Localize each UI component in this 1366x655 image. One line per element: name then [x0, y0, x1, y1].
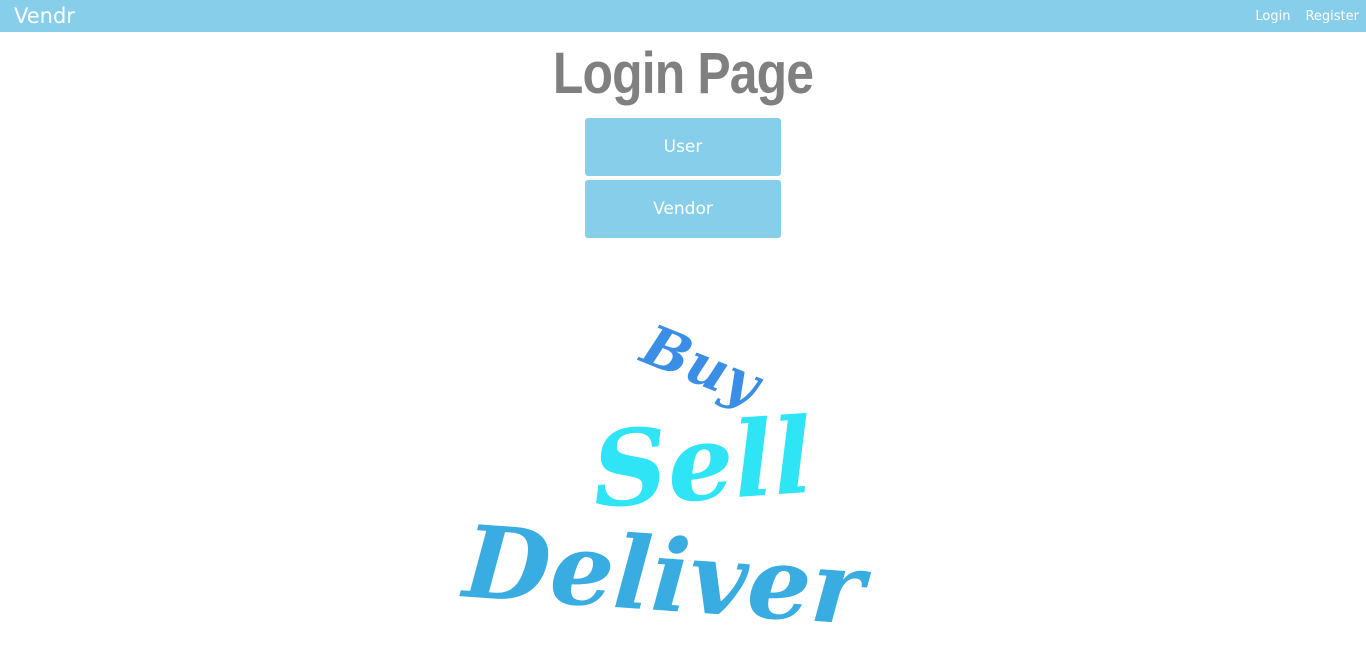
- vendor-login-button[interactable]: Vendor: [585, 180, 781, 238]
- logo-word-deliver: Deliver: [457, 502, 874, 640]
- logo-word-sell: Sell: [588, 394, 816, 532]
- nav-links: Login Register: [1255, 0, 1359, 32]
- brand-link[interactable]: Vendr: [14, 3, 75, 29]
- register-link[interactable]: Register: [1305, 9, 1359, 24]
- login-link[interactable]: Login: [1255, 9, 1290, 24]
- page-title: Login Page: [552, 41, 814, 106]
- user-login-button[interactable]: User: [585, 118, 781, 176]
- navbar: Vendr Login Register: [0, 0, 1366, 32]
- buy-sell-deliver-logo: Buy Sell Deliver: [457, 320, 874, 640]
